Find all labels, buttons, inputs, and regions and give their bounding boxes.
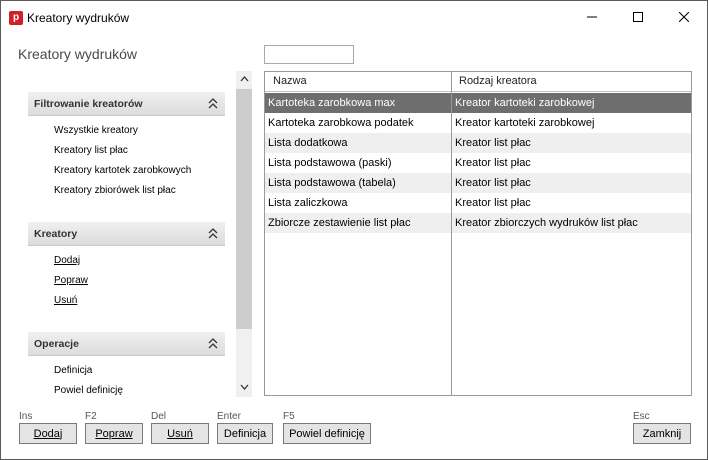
add-button[interactable]: Dodaj (19, 423, 77, 444)
minimize-icon (587, 16, 597, 18)
table-row[interactable]: Lista zaliczkowa Kreator list płac (265, 193, 691, 213)
title-bar[interactable]: p Kreatory wydruków (1, 1, 707, 33)
cell-type: Kreator zbiorczych wydruków list płac (455, 217, 638, 229)
section-filter-label: Filtrowanie kreatorów (34, 98, 143, 110)
definition-button-label: Definicja (223, 427, 267, 440)
cell-type: Kreator list płac (455, 157, 531, 169)
left-panel: Filtrowanie kreatorów Wszystkie kreatory… (18, 71, 236, 397)
table-row[interactable]: Lista podstawowa (paski) Kreator list pł… (265, 153, 691, 173)
shortcut-add: Ins (19, 411, 33, 422)
cell-type: Kreator list płac (455, 197, 531, 209)
table-row[interactable]: Kartoteka zarobkowa max Kreator kartotek… (265, 93, 691, 113)
page-title: Kreatory wydruków (18, 46, 138, 62)
main-window: p Kreatory wydruków Kreatory wydruków Fi… (0, 0, 708, 460)
chevron-down-icon (240, 384, 248, 390)
cell-name: Kartoteka zarobkowa max (268, 97, 396, 109)
nav-item-earnings-card-creators[interactable]: Kreatory kartotek zarobkowych (54, 165, 191, 176)
cell-name: Lista dodatkowa (268, 137, 348, 149)
section-operations-header[interactable]: Operacje (28, 332, 225, 356)
maximize-icon (633, 12, 643, 22)
double-chevron-up-icon[interactable] (208, 228, 218, 239)
table-header: Nazwa Rodzaj kreatora (265, 72, 691, 92)
close-icon (679, 12, 689, 22)
scroll-up-button[interactable] (236, 71, 252, 87)
section-filter-header[interactable]: Filtrowanie kreatorów (28, 92, 225, 116)
duplicate-definition-button-label: Powiel definicję (289, 427, 365, 440)
nav-item-summary-creators[interactable]: Kreatory zbiorówek list płac (54, 185, 176, 196)
nav-item-all-creators[interactable]: Wszystkie kreatory (54, 125, 138, 136)
left-panel-scrollbar[interactable] (236, 71, 252, 397)
cell-type: Kreator kartoteki zarobkowej (455, 97, 595, 109)
add-button-label: Dodaj (33, 427, 63, 440)
shortcut-close: Esc (633, 411, 650, 422)
definition-button[interactable]: Definicja (217, 423, 273, 444)
nav-item-duplicate-definition[interactable]: Powiel definicję (54, 385, 123, 396)
edit-button[interactable]: Popraw (85, 423, 143, 444)
chevron-up-icon (240, 76, 248, 82)
shortcut-delete: Del (151, 411, 167, 422)
section-creators-header[interactable]: Kreatory (28, 222, 225, 246)
nav-item-definition[interactable]: Definicja (54, 365, 92, 376)
duplicate-definition-button[interactable]: Powiel definicję (283, 423, 371, 444)
column-divider[interactable] (451, 72, 452, 395)
nav-item-delete[interactable]: Usuń (54, 295, 77, 306)
nav-item-add[interactable]: Dodaj (54, 255, 80, 266)
cell-type: Kreator kartoteki zarobkowej (455, 117, 595, 129)
minimize-button[interactable] (569, 1, 615, 33)
delete-button[interactable]: Usuń (151, 423, 209, 444)
table-row[interactable]: Kartoteka zarobkowa podatek Kreator kart… (265, 113, 691, 133)
shortcut-duplicate: F5 (283, 411, 295, 422)
double-chevron-up-icon[interactable] (208, 98, 218, 109)
column-header-name[interactable]: Nazwa (273, 75, 307, 87)
cell-name: Zbiorcze zestawienie list płac (268, 217, 411, 229)
section-creators-label: Kreatory (34, 228, 78, 240)
table-row[interactable]: Lista podstawowa (tabela) Kreator list p… (265, 173, 691, 193)
app-logo-icon: p (9, 11, 23, 25)
nav-item-edit[interactable]: Popraw (54, 275, 88, 286)
column-header-type[interactable]: Rodzaj kreatora (459, 75, 537, 87)
close-button-label: Zamknij (642, 427, 682, 440)
section-operations-label: Operacje (34, 338, 79, 350)
shortcut-edit: F2 (85, 411, 97, 422)
scroll-thumb[interactable] (236, 89, 252, 329)
nav-item-payroll-creators[interactable]: Kreatory list płac (54, 145, 128, 156)
delete-button-label: Usuń (167, 427, 193, 440)
cell-name: Lista zaliczkowa (268, 197, 348, 209)
close-window-button[interactable] (661, 1, 707, 33)
double-chevron-up-icon[interactable] (208, 338, 218, 349)
close-button[interactable]: Zamknij (633, 423, 691, 444)
shortcut-definition: Enter (217, 411, 241, 422)
table-row[interactable]: Lista dodatkowa Kreator list płac (265, 133, 691, 153)
window-title: Kreatory wydruków (27, 11, 130, 25)
scroll-down-button[interactable] (236, 379, 252, 395)
table-row[interactable]: Zbiorcze zestawienie list płac Kreator z… (265, 213, 691, 233)
cell-name: Lista podstawowa (paski) (268, 157, 392, 169)
creators-table: Nazwa Rodzaj kreatora Kartoteka zarobkow… (264, 71, 692, 396)
cell-name: Kartoteka zarobkowa podatek (268, 117, 414, 129)
cell-name: Lista podstawowa (tabela) (268, 177, 396, 189)
cell-type: Kreator list płac (455, 177, 531, 189)
cell-type: Kreator list płac (455, 137, 531, 149)
edit-button-label: Popraw (95, 427, 133, 440)
filter-input[interactable] (264, 45, 354, 64)
maximize-button[interactable] (615, 1, 661, 33)
